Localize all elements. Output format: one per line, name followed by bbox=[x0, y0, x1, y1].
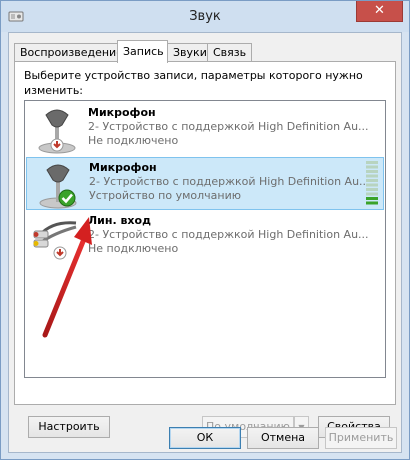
tab-communications[interactable]: Связь bbox=[207, 43, 252, 62]
title-bar[interactable]: Звук ✕ bbox=[1, 1, 409, 32]
device-item-microphone-2[interactable]: Микрофон 2- Устройство с поддержкой High… bbox=[26, 157, 384, 210]
tab-sounds[interactable]: Звуки bbox=[167, 43, 208, 62]
recording-tab-panel: Выберите устройство записи, параметры ко… bbox=[14, 61, 396, 438]
cancel-button[interactable]: Отмена bbox=[247, 427, 319, 449]
recording-device-list[interactable]: Микрофон 2- Устройство с поддержкой High… bbox=[24, 100, 386, 378]
level-segment bbox=[366, 174, 378, 178]
device-status: Не подключено bbox=[88, 134, 179, 147]
level-segment bbox=[366, 201, 378, 205]
close-icon: ✕ bbox=[374, 3, 385, 18]
apply-button[interactable]: Применить bbox=[325, 427, 397, 449]
device-name: Микрофон bbox=[88, 106, 156, 119]
level-segment bbox=[366, 165, 378, 169]
level-segment bbox=[366, 183, 378, 187]
instruction-text: Выберите устройство записи, параметры ко… bbox=[24, 69, 363, 97]
device-description: 2- Устройство с поддержкой High Definiti… bbox=[88, 120, 369, 133]
level-segment bbox=[366, 188, 378, 191]
ok-button[interactable]: ОК bbox=[169, 427, 241, 449]
dialog-client-area: Воспроизведение Запись Звуки Связь Выбер… bbox=[8, 32, 402, 453]
microphone-icon bbox=[38, 109, 76, 154]
device-status: Устройство по умолчанию bbox=[89, 189, 242, 202]
device-item-line-in[interactable]: Лин. вход 2- Устройство с поддержкой Hig… bbox=[26, 211, 384, 264]
level-segment bbox=[366, 197, 378, 200]
device-status: Не подключено bbox=[88, 242, 179, 255]
sound-dialog-window: Звук ✕ Воспроизведение Запись Звуки Связ… bbox=[0, 0, 410, 460]
disconnected-badge-icon bbox=[53, 246, 67, 260]
default-check-icon bbox=[58, 189, 76, 207]
line-in-cable-icon bbox=[33, 221, 77, 260]
tab-recording[interactable]: Запись bbox=[117, 40, 168, 63]
input-level-meter bbox=[366, 161, 378, 205]
device-description: 2- Устройство с поддержкой High Definiti… bbox=[89, 175, 370, 188]
device-item-microphone-1[interactable]: Микрофон 2- Устройство с поддержкой High… bbox=[26, 103, 384, 156]
level-segment bbox=[366, 192, 378, 196]
window-title: Звук bbox=[189, 9, 221, 24]
microphone-icon bbox=[39, 164, 77, 209]
configure-button[interactable]: Настроить bbox=[28, 416, 110, 438]
level-segment bbox=[366, 161, 378, 164]
tab-playback[interactable]: Воспроизведение bbox=[14, 43, 123, 62]
device-name: Микрофон bbox=[89, 161, 157, 174]
level-segment bbox=[366, 170, 378, 173]
device-name: Лин. вход bbox=[88, 214, 151, 227]
level-segment bbox=[366, 179, 378, 182]
device-description: 2- Устройство с поддержкой High Definiti… bbox=[88, 228, 369, 241]
disconnected-badge-icon bbox=[50, 138, 64, 152]
close-button[interactable]: ✕ bbox=[356, 1, 403, 22]
